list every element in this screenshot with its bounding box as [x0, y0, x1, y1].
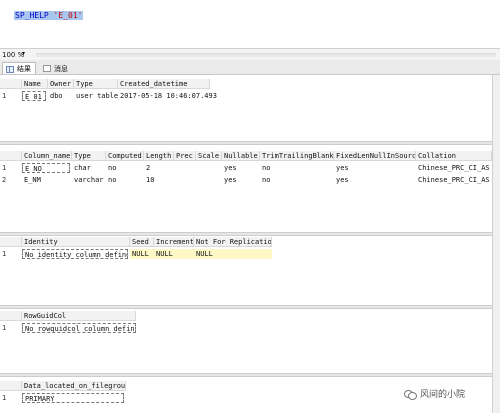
- row-number[interactable]: 2: [0, 175, 22, 185]
- watermark: 风间的小院: [404, 387, 465, 400]
- wechat-icon: [404, 389, 417, 400]
- table-cell[interactable]: 2: [144, 163, 174, 173]
- table-cell[interactable]: PRIMARY: [22, 393, 124, 403]
- row-number[interactable]: 1: [0, 249, 22, 259]
- table-cell[interactable]: No rowguidcol column defined.: [22, 323, 136, 333]
- selected-sql-text[interactable]: SP_HELP 'E_01': [14, 11, 84, 20]
- row-number[interactable]: 1: [0, 91, 22, 101]
- results-tabbar: 结果 消息: [0, 60, 500, 75]
- tab-results-label: 结果: [17, 65, 31, 73]
- column-header[interactable]: Type: [74, 79, 118, 89]
- column-header[interactable]: RowGuidCol: [22, 311, 136, 321]
- column-header[interactable]: Type: [72, 151, 106, 161]
- table-cell[interactable]: 2017-05-18 10:46:07.493: [118, 91, 238, 101]
- sql-keyword: SP_HELP: [15, 11, 49, 20]
- table-cell[interactable]: E_NM: [22, 175, 72, 185]
- message-icon: [43, 65, 51, 72]
- column-header[interactable]: Computed: [106, 151, 144, 161]
- table-cell[interactable]: 10: [144, 175, 174, 185]
- table-cell[interactable]: [196, 175, 222, 185]
- table-cell[interactable]: Chinese_PRC_CI_AS: [416, 163, 492, 173]
- column-header[interactable]: Seed: [130, 237, 154, 247]
- table-cell[interactable]: no: [260, 175, 334, 185]
- table-cell[interactable]: no: [106, 163, 144, 173]
- table-cell[interactable]: NULL: [130, 249, 154, 259]
- column-header[interactable]: Increment: [154, 237, 194, 247]
- column-header[interactable]: Owner: [48, 79, 74, 89]
- column-header[interactable]: Scale: [196, 151, 222, 161]
- column-header[interactable]: Prec: [174, 151, 196, 161]
- table-cell[interactable]: yes: [222, 163, 260, 173]
- horizontal-scrollbar[interactable]: [36, 53, 496, 57]
- zoom-bar: 100 % ▾: [0, 48, 500, 60]
- column-header[interactable]: Data_located_on_filegroup: [22, 381, 126, 391]
- row-number-header: [0, 151, 22, 161]
- column-header[interactable]: TrimTrailingBlanks: [260, 151, 334, 161]
- grid-splitter[interactable]: [0, 373, 492, 377]
- row-number[interactable]: 1: [0, 163, 22, 173]
- vertical-scrollbar[interactable]: [492, 75, 500, 413]
- grid-splitter[interactable]: [0, 141, 492, 145]
- column-header[interactable]: Length: [144, 151, 174, 161]
- sql-statement[interactable]: SP_HELP 'E_01': [14, 11, 84, 20]
- table-cell[interactable]: varchar: [72, 175, 106, 185]
- column-header[interactable]: FixedLenNullInSource: [334, 151, 416, 161]
- query-editor[interactable]: SP_HELP 'E_01': [0, 0, 500, 48]
- table-cell[interactable]: E_01: [22, 91, 46, 101]
- result-grid-2: Column_name Type Computed Length Prec Sc…: [0, 151, 492, 191]
- row-number[interactable]: 1: [0, 323, 22, 333]
- zoom-dropdown-icon[interactable]: ▾: [22, 50, 25, 57]
- row-number-header: [0, 311, 22, 321]
- column-header[interactable]: Nullable: [222, 151, 260, 161]
- sql-string-arg: 'E_01': [53, 11, 83, 20]
- grid-splitter[interactable]: [0, 305, 492, 309]
- table-cell[interactable]: [174, 163, 196, 173]
- table-cell[interactable]: [174, 175, 196, 185]
- column-header[interactable]: Not For Replication: [194, 237, 272, 247]
- row-number-header: [0, 79, 22, 89]
- table-cell[interactable]: yes: [334, 163, 416, 173]
- row-number-header: [0, 381, 22, 391]
- table-cell[interactable]: no: [260, 163, 334, 173]
- column-header[interactable]: Created_datetime: [118, 79, 210, 89]
- table-cell[interactable]: char: [72, 163, 106, 173]
- table-cell[interactable]: [196, 163, 222, 173]
- column-header[interactable]: Name: [22, 79, 48, 89]
- row-number[interactable]: 1: [0, 393, 22, 403]
- row-number-header: [0, 237, 22, 247]
- tab-messages[interactable]: 消息: [40, 62, 72, 74]
- table-cell[interactable]: dbo: [48, 91, 74, 101]
- result-grid-1: Name Owner Type Created_datetime 1 E_01 …: [0, 79, 492, 107]
- results-pane: Name Owner Type Created_datetime 1 E_01 …: [0, 75, 500, 413]
- table-cell[interactable]: yes: [222, 175, 260, 185]
- result-grid-4: RowGuidCol 1 No rowguidcol column define…: [0, 311, 492, 339]
- table-cell[interactable]: NULL: [194, 249, 272, 259]
- column-header[interactable]: Collation: [416, 151, 492, 161]
- tab-results[interactable]: 结果: [2, 62, 36, 74]
- zoom-level[interactable]: 100 %: [2, 51, 24, 59]
- table-cell[interactable]: No identity column defined.: [22, 249, 128, 259]
- result-grid-3: Identity Seed Increment Not For Replicat…: [0, 237, 492, 265]
- table-cell[interactable]: E_NO: [22, 163, 70, 173]
- column-header[interactable]: Column_name: [22, 151, 72, 161]
- grid-splitter[interactable]: [0, 232, 492, 236]
- column-header[interactable]: Identity: [22, 237, 130, 247]
- table-cell[interactable]: Chinese_PRC_CI_AS: [416, 175, 492, 185]
- tab-messages-label: 消息: [54, 64, 68, 73]
- table-cell[interactable]: user table: [74, 91, 118, 101]
- table-cell[interactable]: no: [106, 175, 144, 185]
- table-cell[interactable]: yes: [334, 175, 416, 185]
- table-cell[interactable]: NULL: [154, 249, 194, 259]
- grid-icon: [6, 65, 14, 73]
- watermark-text: 风间的小院: [420, 390, 466, 400]
